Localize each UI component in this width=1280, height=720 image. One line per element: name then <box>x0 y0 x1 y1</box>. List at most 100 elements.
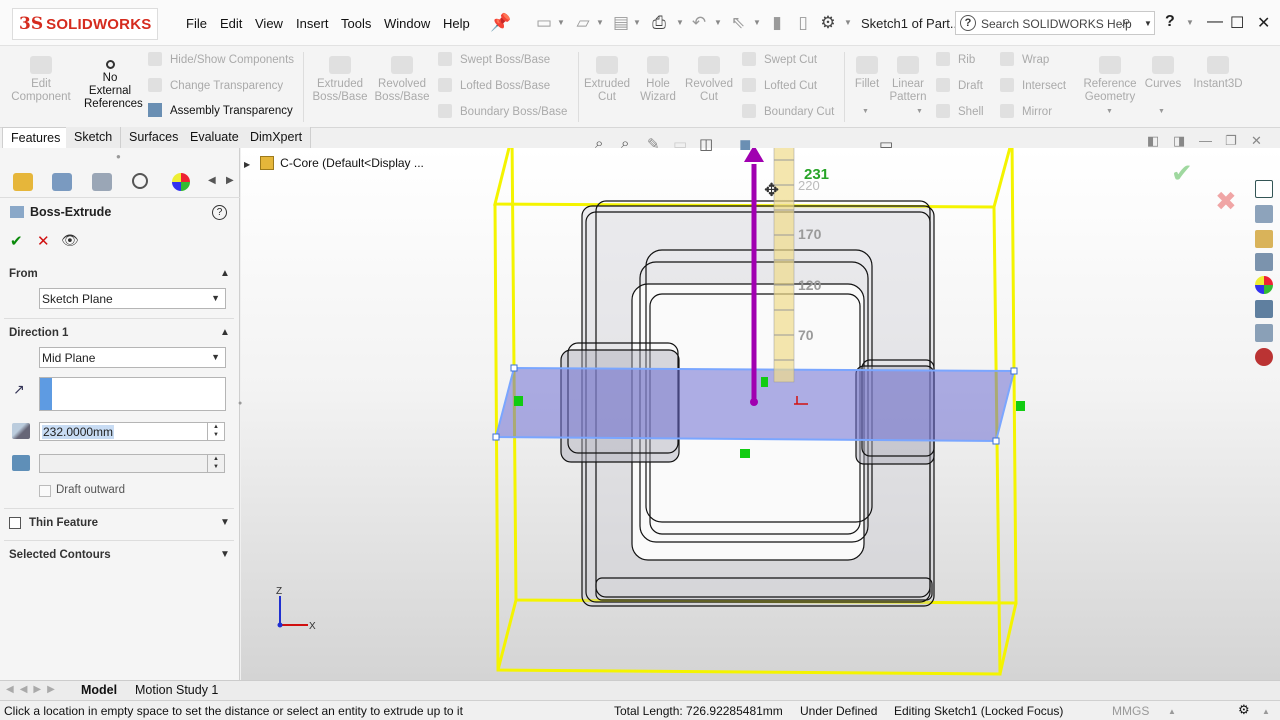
feature-tree-root[interactable]: ▶ C-Core (Default<Display ... <box>244 156 424 170</box>
tab-sketch[interactable]: Sketch <box>66 127 122 148</box>
chevron-down-icon[interactable]: ▼ <box>211 352 220 362</box>
appearances-icon[interactable] <box>1255 276 1273 294</box>
lofted-cut-button[interactable]: Lofted Cut <box>742 78 817 92</box>
menu-edit[interactable]: Edit <box>220 16 242 31</box>
help-icon[interactable]: ? <box>1165 13 1175 31</box>
chevron-down-icon[interactable]: ▼ <box>211 293 220 303</box>
display-manager-icon[interactable] <box>172 173 190 191</box>
menu-help[interactable]: Help <box>443 16 470 31</box>
display-style-icon[interactable]: ◼ <box>739 135 751 153</box>
collapse-up-icon[interactable]: ▲ <box>220 327 230 338</box>
chevron-down-icon[interactable]: ▼ <box>844 18 852 27</box>
status-units[interactable]: MMGS <box>1112 704 1149 718</box>
solidworks-resources-icon[interactable] <box>1255 348 1273 366</box>
draft-angle-input[interactable]: ▲ ▼ <box>39 454 225 473</box>
scroll-left-icon[interactable]: ◀ <box>208 175 216 186</box>
boundary-boss-button[interactable]: Boundary Boss/Base <box>438 104 567 118</box>
expand-down-icon[interactable]: ▼ <box>220 517 230 528</box>
spin-arrows-icon[interactable]: ▲ ▼ <box>207 423 224 440</box>
chevron-down-icon[interactable]: ▼ <box>1158 108 1165 115</box>
pin-icon[interactable]: 📌 <box>490 12 512 34</box>
from-select[interactable]: Sketch Plane ▼ <box>39 288 226 309</box>
minimize-icon[interactable]: — <box>1207 13 1223 31</box>
intersect-button[interactable]: Intersect <box>1000 78 1066 92</box>
detailed-preview-eye-icon[interactable]: 👁 <box>61 232 79 249</box>
from-group-header[interactable]: From <box>9 268 38 280</box>
chevron-down-icon[interactable]: ▼ <box>916 108 923 115</box>
edit-component-button[interactable]: Edit Component <box>8 56 74 104</box>
tab-scroll-arrows-icon[interactable]: ◀◀▶▶ <box>6 684 61 695</box>
tab-dimxpert[interactable]: DimXpert <box>242 127 312 148</box>
tab-features[interactable]: Features <box>2 127 70 148</box>
depth-value[interactable]: 232.0000mm <box>42 425 115 439</box>
linear-pattern-button[interactable]: Linear Pattern <box>886 56 930 104</box>
swept-cut-button[interactable]: Swept Cut <box>742 52 817 66</box>
doc-restore-icon[interactable]: ❐ <box>1225 133 1237 149</box>
chevron-up-icon[interactable]: ▲ <box>1262 707 1270 716</box>
revolved-boss-button[interactable]: Revolved Boss/Base <box>372 56 432 104</box>
expand-arrow-icon[interactable]: ▶ <box>244 160 250 169</box>
solidworks-logo[interactable]: 3S SOLIDWORKS <box>12 8 158 40</box>
tab-evaluate[interactable]: Evaluate <box>182 127 248 148</box>
new-document-icon[interactable]: ▭ <box>533 12 555 34</box>
feature-manager-icon[interactable] <box>13 173 33 191</box>
direction-arrow-icon[interactable]: ↗ <box>13 381 25 398</box>
spin-arrows-icon[interactable]: ▲ ▼ <box>207 455 224 472</box>
doc-minimize-icon[interactable]: — <box>1199 133 1212 148</box>
menu-insert[interactable]: Insert <box>296 16 329 31</box>
graphics-viewport[interactable]: 270 231 220 170 120 70 ✥ Z X ⌕ ⌕ ✎ ▭ ◫ ◼… <box>241 133 1280 680</box>
configuration-manager-icon[interactable] <box>92 173 112 191</box>
depth-input[interactable]: 232.0000mm ▲ ▼ <box>39 422 225 441</box>
chevron-down-icon[interactable]: ▼ <box>714 18 722 27</box>
draft-button[interactable]: Draft <box>936 78 983 92</box>
chevron-down-icon[interactable]: ▼ <box>633 18 641 27</box>
search-icon[interactable]: ⌕ <box>1122 13 1131 31</box>
ok-check-icon[interactable]: ✔ <box>10 232 23 250</box>
menu-file[interactable]: File <box>186 16 207 31</box>
lofted-boss-button[interactable]: Lofted Boss/Base <box>438 78 550 92</box>
thin-feature-checkbox[interactable] <box>9 517 21 529</box>
panel-grip-icon[interactable]: ● <box>116 152 121 161</box>
view-palette-icon[interactable] <box>1255 253 1273 271</box>
save-icon[interactable]: ▤ <box>610 12 632 34</box>
direction-of-extrusion-field[interactable] <box>39 377 226 411</box>
thin-feature-header[interactable]: Thin Feature <box>29 517 98 529</box>
scroll-right-icon[interactable]: ▶ <box>226 175 234 186</box>
chevron-up-icon[interactable]: ▲ <box>1168 707 1176 716</box>
zoom-to-area-icon[interactable]: ⌕ <box>621 135 629 152</box>
property-manager-icon[interactable] <box>52 173 72 191</box>
forum-icon[interactable] <box>1255 324 1273 342</box>
confirm-ok-icon[interactable]: ✔ <box>1171 158 1193 189</box>
instant3d-button[interactable]: Instant3D <box>1188 56 1248 91</box>
selected-contours-header[interactable]: Selected Contours <box>9 549 111 561</box>
menu-window[interactable]: Window <box>384 16 430 31</box>
design-library-icon[interactable] <box>1255 205 1273 223</box>
swept-boss-button[interactable]: Swept Boss/Base <box>438 52 550 66</box>
file-explorer-icon[interactable] <box>1255 230 1273 248</box>
cancel-x-icon[interactable]: ✕ <box>37 232 50 250</box>
view-settings-icon[interactable]: ▭ <box>879 135 893 153</box>
expand-down-icon[interactable]: ▼ <box>220 549 230 560</box>
doc-close-icon[interactable]: ✕ <box>1251 133 1262 149</box>
confirm-cancel-icon[interactable]: ✖ <box>1215 186 1237 217</box>
chevron-down-icon[interactable]: ▼ <box>1106 108 1113 115</box>
menu-tools[interactable]: Tools <box>341 16 371 31</box>
extruded-boss-button[interactable]: Extruded Boss/Base <box>310 56 370 104</box>
split-pane-icon[interactable]: ◨ <box>1173 133 1185 149</box>
chevron-down-icon[interactable]: ▼ <box>676 18 684 27</box>
file-properties-icon[interactable]: ▯ <box>792 12 814 34</box>
open-folder-icon[interactable]: ▱ <box>572 12 594 34</box>
close-icon[interactable]: ✕ <box>1257 13 1270 33</box>
select-arrow-icon[interactable]: ⇖ <box>727 12 749 34</box>
chevron-down-icon[interactable]: ▼ <box>753 18 761 27</box>
reference-geometry-button[interactable]: Reference Geometry <box>1082 56 1138 104</box>
rib-button[interactable]: Rib <box>936 52 975 66</box>
gear-icon[interactable]: ⚙ <box>817 12 839 34</box>
custom-properties-icon[interactable] <box>1255 300 1273 318</box>
rebuild-icon[interactable]: ▮ <box>766 12 788 34</box>
assembly-transparency-button[interactable]: Assembly Transparency <box>148 103 293 117</box>
hole-wizard-button[interactable]: Hole Wizard <box>634 56 682 104</box>
section-view-icon[interactable]: ▭ <box>673 135 687 153</box>
chevron-down-icon[interactable]: ▼ <box>596 18 604 27</box>
chevron-down-icon[interactable]: ▼ <box>1186 18 1194 27</box>
